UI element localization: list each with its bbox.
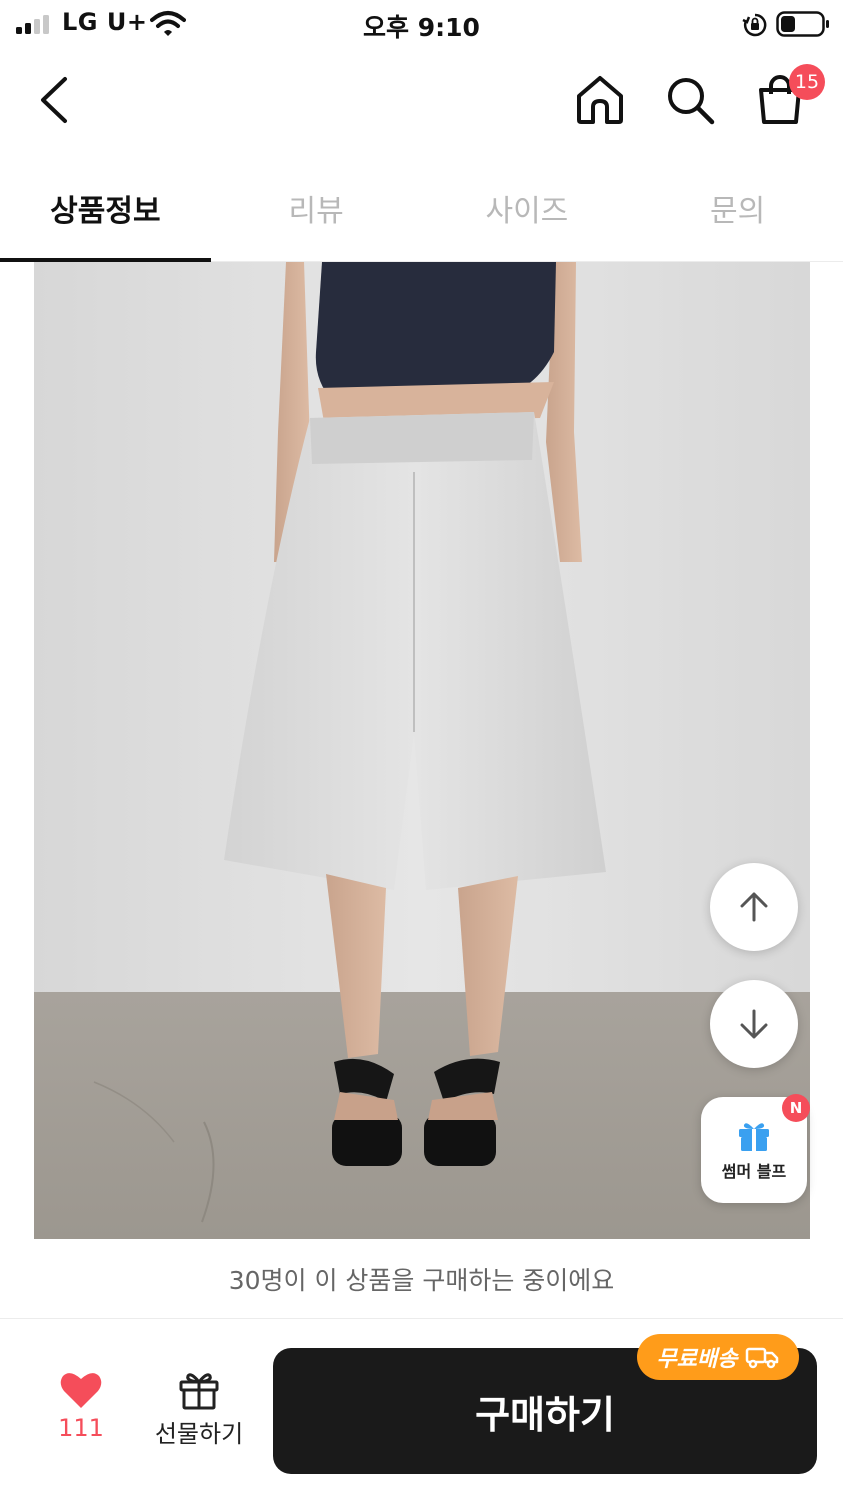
top-navigation <box>0 48 843 158</box>
chevron-left-icon <box>41 77 67 123</box>
battery-icon <box>776 11 829 37</box>
new-badge: N <box>782 1094 810 1122</box>
arrow-up-icon <box>740 892 768 922</box>
scroll-top-button[interactable] <box>710 863 798 951</box>
tab-product-info[interactable]: 상품정보 <box>0 158 211 262</box>
tab-inquiry[interactable]: 문의 <box>632 158 843 261</box>
heart-icon <box>60 1373 102 1408</box>
status-bar: LG U+ 오후 9:10 <box>0 0 843 48</box>
delivery-truck-icon <box>746 1347 779 1369</box>
gift-outline-icon <box>179 1373 219 1410</box>
scroll-bottom-button[interactable] <box>710 980 798 1068</box>
gift-button[interactable]: 선물하기 <box>144 1370 254 1460</box>
like-button[interactable]: 111 <box>40 1370 122 1460</box>
tab-size[interactable]: 사이즈 <box>422 158 633 261</box>
tab-reviews[interactable]: 리뷰 <box>211 158 422 261</box>
buyers-notice: 30명이 이 상품을 구매하는 중이에요 <box>0 1239 843 1319</box>
buyers-notice-text: 30명이 이 상품을 구매하는 중이에요 <box>228 1265 615 1295</box>
gift-icon <box>739 1123 769 1151</box>
back-button[interactable] <box>24 70 84 130</box>
home-button[interactable] <box>568 68 632 132</box>
gift-label: 선물하기 <box>154 1420 244 1448</box>
orientation-lock-icon <box>742 13 767 37</box>
like-count: 111 <box>58 1414 104 1442</box>
free-shipping-label: 무료배송 <box>656 1347 738 1372</box>
bottom-action-bar: 111 선물하기 구매하기 무료배송 <box>0 1320 843 1500</box>
free-shipping-badge: 무료배송 <box>637 1334 799 1380</box>
search-button[interactable] <box>658 68 722 132</box>
promo-label: 썸머 블프 <box>721 1162 787 1181</box>
arrow-down-icon <box>740 1009 768 1039</box>
home-icon <box>577 76 623 124</box>
status-time: 오후 9:10 <box>363 13 480 42</box>
search-icon <box>668 78 715 125</box>
product-tabs: 상품정보 리뷰 사이즈 문의 <box>0 158 843 262</box>
cart-count-badge: 15 <box>789 64 825 100</box>
product-photo <box>34 262 810 1239</box>
